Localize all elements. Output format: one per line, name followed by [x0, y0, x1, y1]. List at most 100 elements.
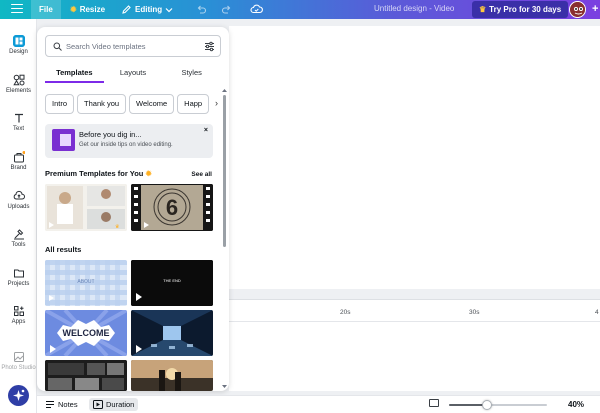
file-menu-button[interactable]: File: [31, 0, 61, 19]
rail-item-uploads[interactable]: Uploads: [0, 190, 37, 210]
photo-studio-icon: [13, 352, 24, 362]
magic-assistant-button[interactable]: [8, 385, 29, 406]
rail-label: Apps: [11, 319, 26, 325]
template-thumbnail[interactable]: 6: [131, 184, 213, 231]
timeline-mark: 30s: [469, 309, 480, 316]
avatar-image: [570, 2, 585, 17]
resize-label: Resize: [79, 5, 106, 14]
file-label: File: [39, 5, 53, 14]
cloud-save-icon[interactable]: [250, 3, 263, 15]
scroll-down-icon[interactable]: [221, 384, 228, 389]
template-thumbnail[interactable]: [45, 360, 127, 391]
the-end-image: THE END: [131, 260, 213, 306]
rail-label: Text: [12, 126, 24, 132]
template-thumbnail[interactable]: [131, 360, 213, 391]
projects-icon: [13, 269, 24, 278]
chip-thank-you[interactable]: Thank you: [77, 94, 127, 114]
crown-icon: ♛: [479, 5, 487, 14]
rail-item-elements[interactable]: Elements: [0, 74, 37, 94]
editing-label: Editing: [135, 5, 163, 14]
close-icon[interactable]: ×: [204, 127, 208, 134]
timeline-divider: [229, 321, 600, 322]
crown-icon: ✹: [145, 169, 152, 178]
template-thumbnail[interactable]: [131, 310, 213, 356]
rail-item-brand[interactable]: Brand: [0, 151, 37, 171]
welcome-burst-image: WELCOME: [45, 310, 127, 356]
pages-icon[interactable]: [429, 399, 439, 407]
top-bar: File ✹ Resize Editing Untitled design - …: [0, 0, 600, 19]
zoom-slider-handle[interactable]: [482, 400, 492, 410]
avatar[interactable]: [569, 1, 586, 18]
try-pro-label: Try Pro for 30 days: [489, 5, 562, 14]
document-title[interactable]: Untitled design - Video: [374, 4, 454, 13]
sparkle-icon: [13, 389, 25, 401]
pencil-icon: [122, 5, 131, 14]
template-thumbnail[interactable]: WELCOME: [45, 310, 127, 356]
rail-item-text[interactable]: Text: [0, 112, 37, 132]
template-thumbnail[interactable]: THE END: [131, 260, 213, 306]
add-icon[interactable]: +: [592, 3, 598, 15]
see-all-link[interactable]: See all: [191, 171, 212, 178]
chip-intro[interactable]: Intro: [45, 94, 75, 114]
panel-scrollbar[interactable]: [223, 95, 226, 247]
rail-label: Brand: [10, 165, 27, 171]
timeline-mark: 4: [595, 309, 599, 316]
rail-item-apps[interactable]: Apps: [0, 305, 37, 325]
rail-label: Design: [9, 49, 28, 55]
rail-item-design[interactable]: Design: [0, 35, 37, 55]
search-input[interactable]: Search Video templates: [45, 35, 221, 57]
tip-title: Before you dig in...: [79, 130, 142, 139]
rail-item-photo-studio[interactable]: Photo Studio: [0, 351, 37, 371]
timeline[interactable]: [229, 299, 600, 391]
template-thumbnail[interactable]: ABOUT: [45, 260, 127, 306]
rail-item-projects[interactable]: Projects: [0, 267, 37, 287]
countdown-number: 6: [166, 195, 178, 220]
rail-label: Tools: [11, 242, 26, 248]
filter-icon[interactable]: [204, 41, 215, 52]
rail-item-tools[interactable]: Tools: [0, 228, 37, 248]
resize-button[interactable]: ✹ Resize: [70, 0, 105, 19]
grid-caption: ABOUT: [77, 279, 94, 285]
try-pro-button[interactable]: ♛ Try Pro for 30 days: [472, 1, 569, 18]
tools-icon: [13, 229, 24, 240]
suggestion-chips: Intro Thank you Welcome Happ: [45, 94, 215, 114]
duration-label: Duration: [106, 400, 135, 409]
design-canvas[interactable]: [229, 26, 600, 289]
editing-mode-button[interactable]: Editing: [121, 0, 173, 19]
redo-icon[interactable]: [221, 4, 232, 15]
chip-welcome[interactable]: Welcome: [129, 94, 175, 114]
template-thumbnail[interactable]: ♛: [45, 184, 127, 231]
tip-text: Get our inside tips on video editing.: [79, 142, 173, 148]
gingham-pattern-image: ABOUT: [45, 260, 127, 306]
duration-icon: [93, 400, 103, 409]
search-placeholder: Search Video templates: [66, 41, 146, 51]
rail-label: Projects: [7, 281, 30, 287]
zoom-value[interactable]: 40%: [568, 400, 584, 409]
menu-icon[interactable]: [11, 4, 23, 15]
chevron-down-icon: [165, 7, 173, 12]
welcome-text: WELCOME: [63, 328, 110, 338]
brand-icon: [13, 151, 25, 163]
text-icon: [14, 113, 23, 123]
notes-label: Notes: [58, 400, 78, 409]
timeline-mark: 20s: [340, 309, 351, 316]
scroll-up-icon[interactable]: [221, 88, 228, 93]
duration-button[interactable]: Duration: [89, 398, 139, 411]
undo-icon[interactable]: [196, 4, 207, 15]
notes-button[interactable]: Notes: [45, 398, 78, 411]
chip-happy[interactable]: Happ: [177, 94, 210, 114]
tab-templates[interactable]: Templates: [45, 65, 104, 83]
notes-icon: [46, 400, 54, 409]
rail-label: Elements: [5, 88, 31, 94]
chevron-right-icon[interactable]: ›: [215, 98, 218, 108]
svg-text:♛: ♛: [115, 224, 119, 230]
people-collage-image: ♛: [45, 184, 127, 231]
search-icon: [53, 42, 62, 51]
tab-styles[interactable]: Styles: [162, 65, 221, 83]
countdown-film-image: 6: [131, 184, 213, 231]
tips-banner[interactable]: Before you dig in... Get our inside tips…: [45, 124, 213, 158]
photo-grid-image: [45, 360, 127, 391]
sunset-couple-image: [131, 360, 213, 391]
elements-icon: [12, 74, 24, 86]
tab-layouts[interactable]: Layouts: [104, 65, 163, 83]
